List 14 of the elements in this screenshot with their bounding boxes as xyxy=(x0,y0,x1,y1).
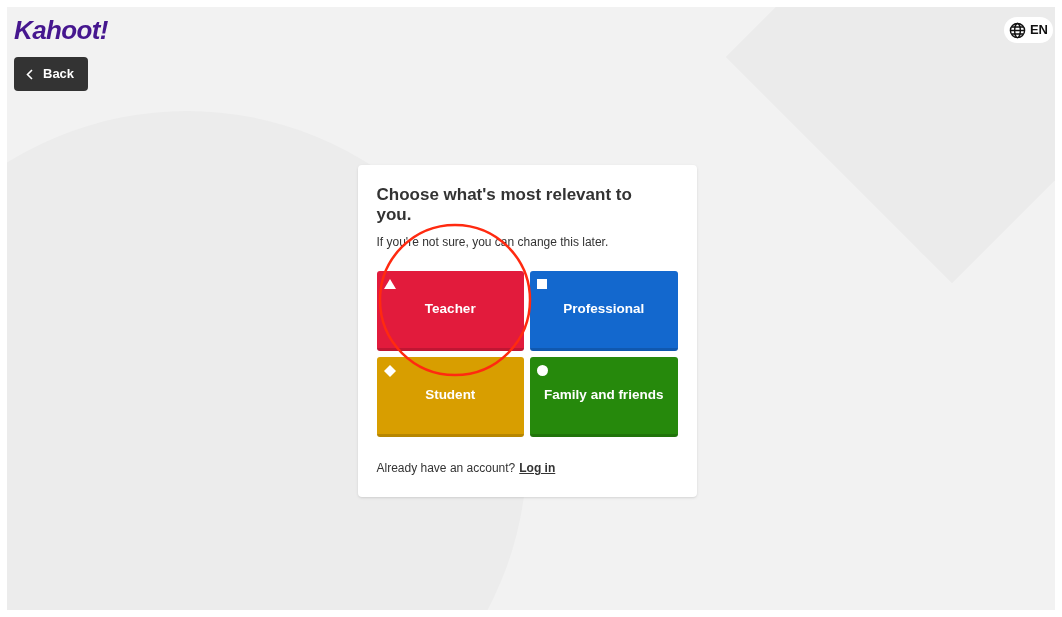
account-prompt: Already have an account? xyxy=(376,460,516,477)
circle-icon xyxy=(537,365,548,376)
diamond-icon xyxy=(383,365,396,377)
login-link[interactable]: Log in xyxy=(519,459,556,477)
logo: Kahoot! xyxy=(14,17,108,43)
globe-icon xyxy=(1008,21,1026,39)
triangle-icon xyxy=(383,279,396,289)
role-option-button[interactable]: Family and friends xyxy=(530,357,678,437)
role-option-button[interactable]: Teacher xyxy=(376,271,524,351)
card-title: Choose what's most relevant to you. xyxy=(376,185,633,225)
square-icon xyxy=(537,279,547,289)
back-button[interactable]: Back xyxy=(14,57,88,91)
role-option-button[interactable]: Professional xyxy=(530,271,678,351)
chevron-left-icon xyxy=(26,68,33,80)
